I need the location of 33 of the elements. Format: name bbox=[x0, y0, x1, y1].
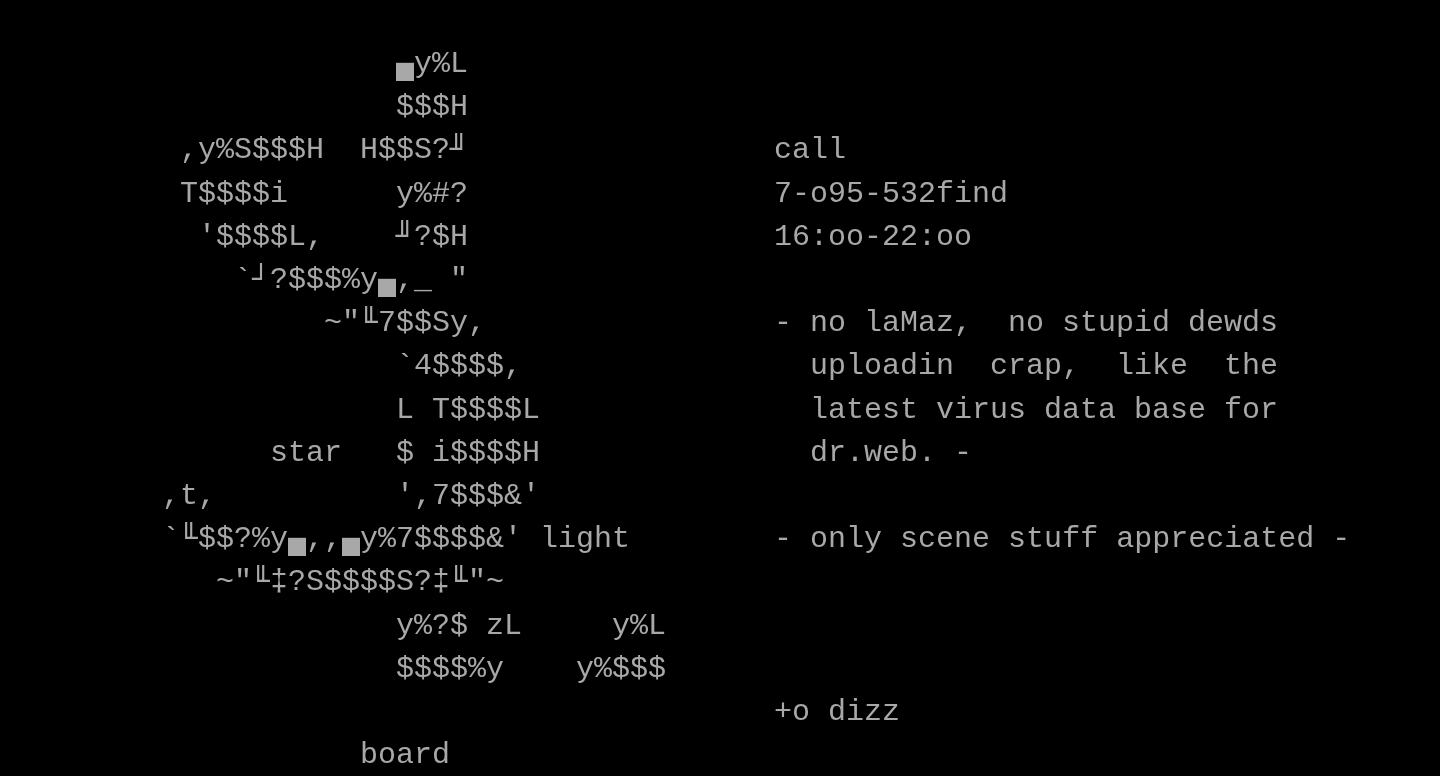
ascii-art-text: ~"╙7$$Sy, bbox=[324, 305, 487, 343]
ascii-art-text: ',7$$$&' bbox=[396, 477, 541, 515]
info-text-line: latest virus data base for bbox=[810, 391, 1279, 429]
ascii-art-text: ▄y%L bbox=[396, 46, 468, 84]
ascii-art-text: T$$$$i bbox=[180, 175, 289, 213]
ascii-art-text: $$$H bbox=[396, 89, 468, 127]
ascii-art-text: ~"╙‡?S$$$$S?‡╙"~ bbox=[216, 564, 505, 602]
ascii-art-text: `╙$$?%y▄,,▄y%7$$$$&' bbox=[162, 521, 523, 559]
ascii-art-text: light bbox=[540, 521, 631, 559]
ascii-art-text: y%L bbox=[612, 607, 667, 645]
info-text-line: dr.web. - bbox=[810, 434, 973, 472]
ascii-art-text: `4$$$$, bbox=[396, 348, 523, 386]
info-text-line: call bbox=[774, 132, 847, 170]
ascii-art-text: y%?$ zL bbox=[396, 607, 523, 645]
ascii-art-text: y%$$$ bbox=[576, 650, 667, 688]
ascii-art-text: '$$$$L, bbox=[198, 218, 325, 256]
ascii-art-text: ,t, bbox=[162, 477, 216, 515]
ascii-art-text: `┘?$$$%y▄,_ " bbox=[234, 262, 469, 300]
info-text-line: - only scene stuff appreciated - bbox=[774, 521, 1351, 559]
ascii-art-text: star bbox=[270, 434, 342, 472]
ascii-art-text: board bbox=[360, 737, 450, 775]
ascii-art-text: $$$$%y bbox=[396, 650, 505, 688]
info-text-line: 7-o95-532find bbox=[774, 175, 1009, 213]
ascii-art-text: H$$S?╜ bbox=[360, 132, 469, 170]
ascii-art-text: ╜?$H bbox=[396, 218, 469, 256]
ascii-art-text: $ i$$$$H bbox=[396, 434, 541, 472]
info-text-line: uploadin crap, like the bbox=[810, 348, 1279, 386]
info-text-line: - no laMaz, no stupid dewds bbox=[774, 305, 1279, 343]
ascii-art-text: ,y%S$$$H bbox=[180, 132, 325, 170]
ascii-art-text: L T$$$$L bbox=[396, 391, 541, 429]
info-text-line: +o dizz bbox=[774, 693, 901, 731]
ascii-art-text: y%#? bbox=[396, 175, 469, 213]
info-text-line: 16:oo-22:oo bbox=[774, 218, 973, 256]
